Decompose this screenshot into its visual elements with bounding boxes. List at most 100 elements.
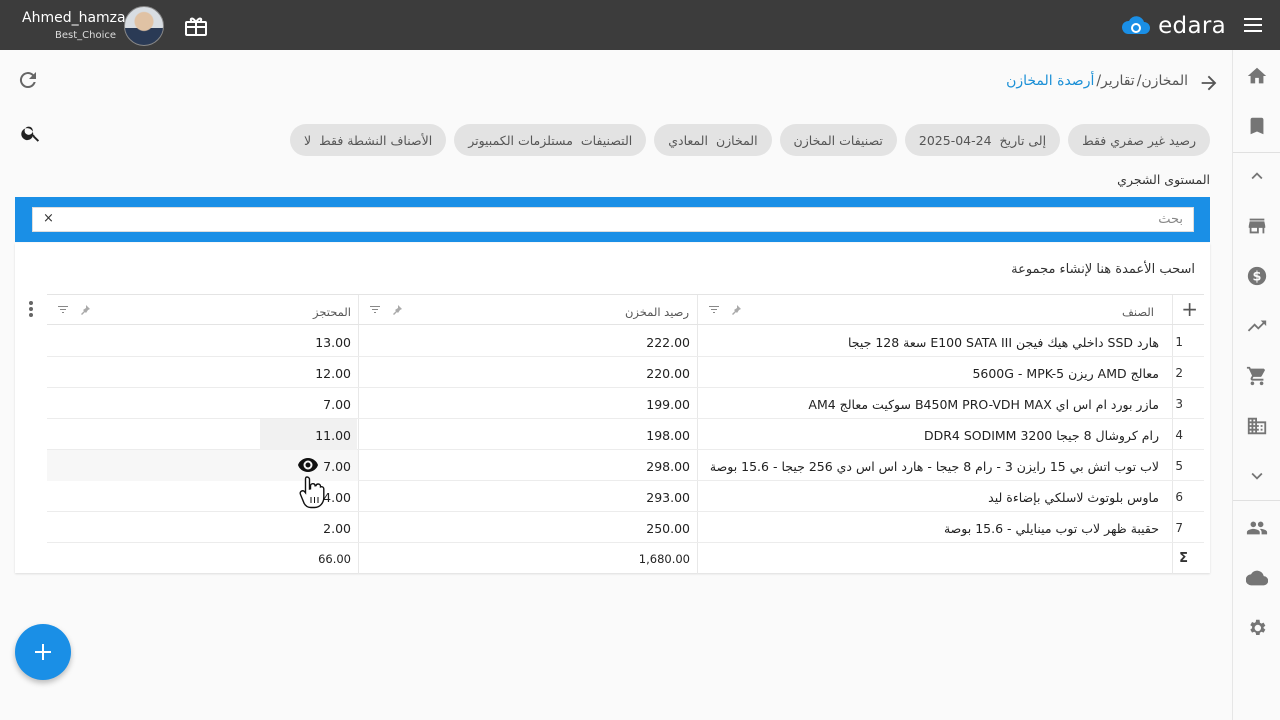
reserved-total: 66.00 <box>318 552 351 566</box>
chip-value: لا <box>304 132 312 148</box>
totals-row: Σ 1,680.00 66.00 <box>47 543 1204 574</box>
chevron-down-icon[interactable] <box>1245 464 1269 488</box>
bookmark-icon[interactable] <box>1245 114 1269 138</box>
filter-icon[interactable] <box>369 304 381 316</box>
user-menu[interactable]: Ahmed_hamza Best_Choice <box>0 0 170 50</box>
filter-warehouse-categories[interactable]: تصنيفات المخازن <box>779 124 897 156</box>
tree-level-label[interactable]: المستوى الشجري <box>1117 172 1210 187</box>
balance-cell[interactable]: 298.00 <box>646 459 690 474</box>
chip-value: مستلزمات الكمبيوتر <box>468 132 573 148</box>
balance-cell[interactable]: 293.00 <box>646 490 690 505</box>
refresh-icon[interactable] <box>16 68 40 92</box>
reserved-cell[interactable]: 13.00 <box>315 335 351 350</box>
chip-text: رصيد غير صفري فقط <box>1082 132 1196 148</box>
settings-icon[interactable] <box>1245 616 1269 640</box>
building-icon[interactable] <box>1245 414 1269 438</box>
cloud-icon[interactable] <box>1245 566 1269 590</box>
table-row[interactable]: 5 لاب توب اتش بي 15 رايزن 3 - رام 8 جيجا… <box>47 450 1204 481</box>
add-column-icon[interactable]: + <box>1181 299 1198 319</box>
search-icon[interactable] <box>20 122 42 144</box>
svg-text:$: $ <box>1253 270 1262 285</box>
eye-icon[interactable] <box>297 457 319 473</box>
reserved-cell[interactable]: 7.00 <box>323 459 351 474</box>
column-header-balance[interactable]: رصيد المخزن <box>625 305 689 319</box>
item-name[interactable]: ماوس بلوتوث لاسلكي بإضاءة ليد <box>988 490 1159 505</box>
edara-logo[interactable]: edara <box>1120 12 1226 40</box>
item-name[interactable]: هارد SSD داخلي هيك فيجن E100 SATA III سع… <box>848 335 1159 350</box>
reserved-cell[interactable]: 12.00 <box>315 366 351 381</box>
hamburger-menu-icon[interactable] <box>1242 15 1264 35</box>
arrow-back-icon[interactable] <box>1198 72 1220 94</box>
logo-text: edara <box>1158 13 1226 39</box>
filter-to-date[interactable]: إلى تاريخ 2025-04-24 <box>904 124 1061 156</box>
trending-up-icon[interactable] <box>1245 314 1269 338</box>
cart-icon[interactable] <box>1245 364 1269 388</box>
sidebar-divider <box>1233 152 1280 153</box>
gift-icon[interactable] <box>184 15 208 37</box>
hand-cursor-icon <box>299 476 325 509</box>
group-drop-zone[interactable]: اسحب الأعمدة هنا لإنشاء مجموعة <box>1011 262 1195 277</box>
home-icon[interactable] <box>1245 64 1269 88</box>
chip-value: 2025-04-24 <box>918 132 992 148</box>
item-name[interactable]: مازر بورد ام اس اي B450M PRO-VDH MAX سوك… <box>808 397 1159 412</box>
people-icon[interactable] <box>1245 516 1269 540</box>
item-name[interactable]: حقيبة ظهر لاب توب مينايلي - 15.6 بوصة <box>944 521 1159 536</box>
filter-icon[interactable] <box>708 304 720 316</box>
filter-categories[interactable]: التصنيفات مستلزمات الكمبيوتر <box>454 124 647 156</box>
filter-icon[interactable] <box>57 304 69 316</box>
clear-search-icon[interactable]: × <box>43 211 54 226</box>
table-row[interactable]: 1 هارد SSD داخلي هيك فيجن E100 SATA III … <box>47 326 1204 357</box>
store-icon[interactable] <box>1245 214 1269 238</box>
chip-label: إلى تاريخ <box>999 132 1047 148</box>
reserved-cell[interactable]: 11.00 <box>315 428 351 443</box>
item-name[interactable]: لاب توب اتش بي 15 رايزن 3 - رام 8 جيجا -… <box>710 459 1159 474</box>
balance-total: 1,680.00 <box>638 552 690 566</box>
balance-cell[interactable]: 220.00 <box>646 366 690 381</box>
filter-nonzero-balance[interactable]: رصيد غير صفري فقط <box>1068 124 1210 156</box>
balance-cell[interactable]: 198.00 <box>646 428 690 443</box>
more-vert-icon[interactable] <box>25 299 37 319</box>
data-grid: اسحب الأعمدة هنا لإنشاء مجموعة + الصنف ر… <box>15 243 1210 574</box>
chevron-up-icon[interactable] <box>1245 164 1269 188</box>
chip-text: تصنيفات المخازن <box>793 132 883 148</box>
grid-table: + الصنف رصيد المخزن المحتجز 1 هارد SSD د… <box>47 294 1204 574</box>
breadcrumb-current: أرصدة المخازن <box>1006 73 1095 89</box>
dollar-icon[interactable]: $ <box>1245 264 1269 288</box>
filter-warehouses[interactable]: المخازن المعادي <box>654 124 772 156</box>
chip-value: المعادي <box>668 132 708 148</box>
item-name[interactable]: معالج AMD ريزن 5600G - MPK-5 <box>972 366 1159 381</box>
filter-chips: رصيد غير صفري فقط إلى تاريخ 2025-04-24 ت… <box>290 124 1210 156</box>
search-input[interactable]: × بحث <box>32 207 1194 232</box>
reserved-cell[interactable]: 2.00 <box>323 521 351 536</box>
reserved-cell[interactable]: 7.00 <box>323 397 351 412</box>
plus-icon <box>35 644 51 660</box>
right-sidebar: $ <box>1232 50 1280 720</box>
item-name[interactable]: رام كروشال 8 جيجا DDR4 SODIMM 3200 <box>924 428 1159 443</box>
breadcrumb-warehouses[interactable]: المخازن/ <box>1137 73 1188 89</box>
pin-icon[interactable] <box>730 304 742 316</box>
column-header-item[interactable]: الصنف <box>1122 305 1154 319</box>
table-row[interactable]: 6 ماوس بلوتوث لاسلكي بإضاءة ليد 293.00 4… <box>47 481 1204 512</box>
chip-label: التصنيفات <box>580 132 633 148</box>
table-row[interactable]: 2 معالج AMD ريزن 5600G - MPK-5 220.00 12… <box>47 357 1204 388</box>
balance-cell[interactable]: 250.00 <box>646 521 690 536</box>
balance-cell[interactable]: 222.00 <box>646 335 690 350</box>
company-name: Best_Choice <box>54 30 116 41</box>
search-bar: × بحث <box>15 197 1210 242</box>
table-row[interactable]: 3 مازر بورد ام اس اي B450M PRO-VDH MAX س… <box>47 388 1204 419</box>
avatar[interactable] <box>124 6 164 46</box>
row-index: 3 <box>1175 397 1183 411</box>
reserved-cell[interactable]: 4.00 <box>323 490 351 505</box>
add-fab-button[interactable] <box>15 624 71 680</box>
breadcrumb: المخازن/ تقارير/ أرصدة المخازن <box>1006 73 1188 89</box>
chip-label: المخازن <box>715 132 758 148</box>
table-row[interactable]: 4 رام كروشال 8 جيجا DDR4 SODIMM 3200 198… <box>47 419 1204 450</box>
column-header-reserved[interactable]: المحتجز <box>313 305 351 319</box>
balance-cell[interactable]: 199.00 <box>646 397 690 412</box>
pin-icon[interactable] <box>391 304 403 316</box>
table-row[interactable]: 7 حقيبة ظهر لاب توب مينايلي - 15.6 بوصة … <box>47 512 1204 543</box>
filter-active-only[interactable]: الأصناف النشطة فقط لا <box>290 124 447 156</box>
pin-icon[interactable] <box>79 304 91 316</box>
breadcrumb-reports[interactable]: تقارير/ <box>1096 73 1134 89</box>
row-index: 5 <box>1175 459 1183 473</box>
